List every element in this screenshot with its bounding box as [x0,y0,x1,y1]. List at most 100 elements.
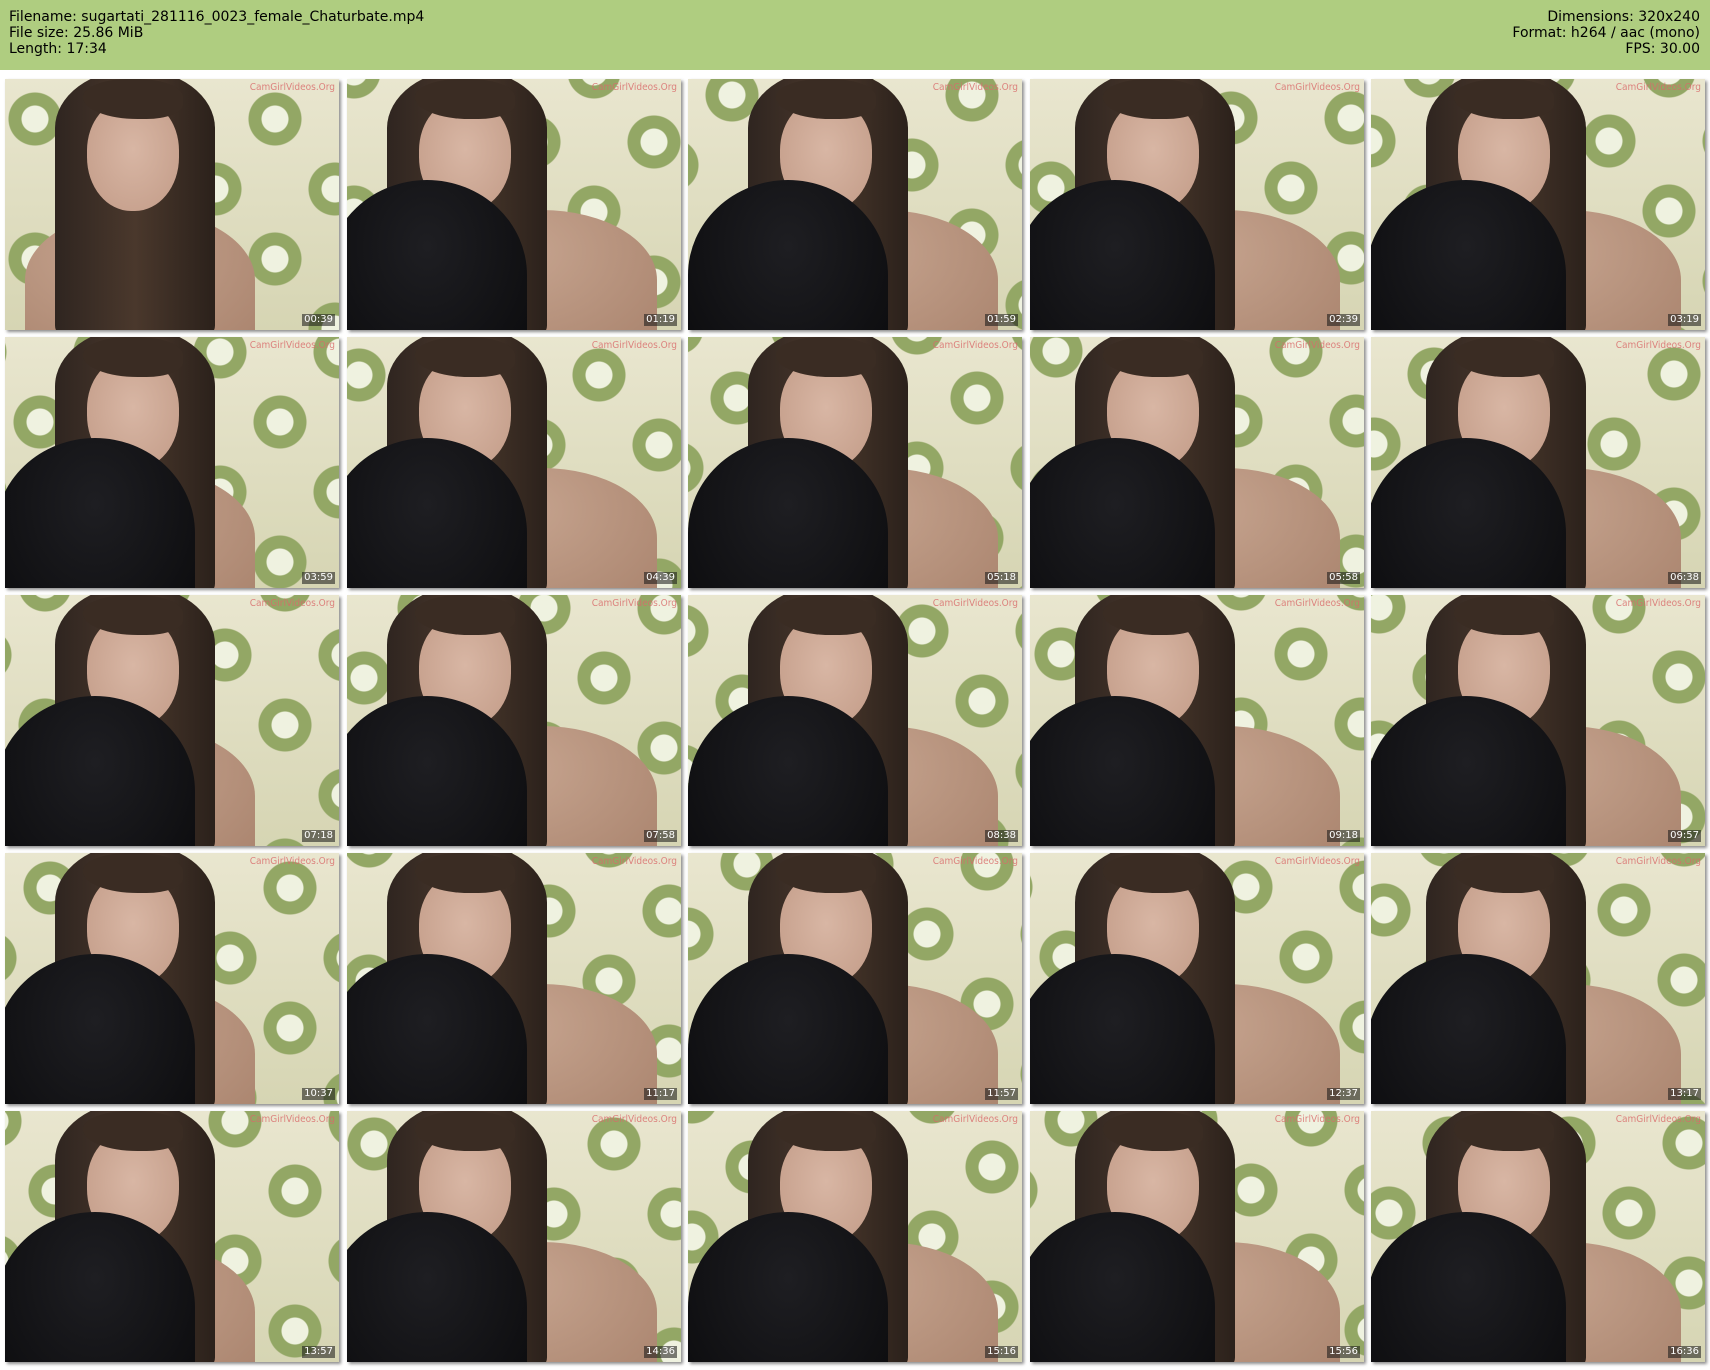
watermark-text: CamGirlVideos.Org [249,340,335,351]
watermark-text: CamGirlVideos.Org [591,1114,677,1125]
filename-text: Filename: sugartati_281116_0023_female_C… [9,9,425,25]
thumbnail[interactable]: CamGirlVideos.Org 15:16 [688,1111,1022,1362]
watermark-text: CamGirlVideos.Org [249,598,335,609]
file-info: Filename: sugartati_281116_0023_female_C… [9,9,424,57]
length-text: Length: 17:34 [9,41,107,57]
video-frame-subject [1371,853,1705,1104]
watermark-text: CamGirlVideos.Org [591,340,677,351]
thumbnail[interactable]: CamGirlVideos.Org 04:39 [347,337,681,588]
watermark-text: CamGirlVideos.Org [1615,598,1701,609]
thumbnail[interactable]: CamGirlVideos.Org 09:18 [1030,595,1364,846]
timestamp-label: 02:39 [1327,314,1360,326]
timestamp-label: 09:18 [1327,830,1360,842]
video-frame-subject [688,595,1022,846]
timestamp-label: 01:59 [985,314,1018,326]
video-frame-subject [347,79,681,330]
thumbnail[interactable]: CamGirlVideos.Org 11:57 [688,853,1022,1104]
video-frame-subject [688,337,1022,588]
video-frame-subject [5,853,339,1104]
timestamp-label: 03:59 [302,572,335,584]
watermark-text: CamGirlVideos.Org [1274,340,1360,351]
watermark-text: CamGirlVideos.Org [591,856,677,867]
watermark-text: CamGirlVideos.Org [249,856,335,867]
timestamp-label: 05:18 [985,572,1018,584]
stream-info: Dimensions: 320x240 Format: h264 / aac (… [1512,9,1700,57]
video-frame-subject [1371,79,1705,330]
thumbnail[interactable]: CamGirlVideos.Org 13:17 [1371,853,1705,1104]
thumbnail[interactable]: CamGirlVideos.Org 13:57 [5,1111,339,1362]
video-frame-subject [1030,595,1364,846]
timestamp-label: 03:19 [1668,314,1701,326]
thumbnail[interactable]: CamGirlVideos.Org 08:38 [688,595,1022,846]
thumbnail[interactable]: CamGirlVideos.Org 03:59 [5,337,339,588]
thumbnail[interactable]: CamGirlVideos.Org 12:37 [1030,853,1364,1104]
timestamp-label: 05:58 [1327,572,1360,584]
video-frame-subject [5,337,339,588]
thumbnail[interactable]: CamGirlVideos.Org 14:36 [347,1111,681,1362]
watermark-text: CamGirlVideos.Org [1274,82,1360,93]
timestamp-label: 10:37 [302,1088,335,1100]
timestamp-label: 13:17 [1668,1088,1701,1100]
watermark-text: CamGirlVideos.Org [249,1114,335,1125]
dimensions-text: Dimensions: 320x240 [1547,9,1700,25]
thumbnail[interactable]: CamGirlVideos.Org 02:39 [1030,79,1364,330]
fps-text: FPS: 30.00 [1625,41,1700,57]
timestamp-label: 13:57 [302,1346,335,1358]
timestamp-label: 15:16 [985,1346,1018,1358]
thumbnail[interactable]: CamGirlVideos.Org 06:38 [1371,337,1705,588]
thumbnail[interactable]: CamGirlVideos.Org 00:39 [5,79,339,330]
video-frame-subject [347,337,681,588]
thumbnail[interactable]: CamGirlVideos.Org 09:57 [1371,595,1705,846]
timestamp-label: 07:58 [644,830,677,842]
timestamp-label: 15:56 [1327,1346,1360,1358]
watermark-text: CamGirlVideos.Org [1615,1114,1701,1125]
watermark-text: CamGirlVideos.Org [1615,82,1701,93]
timestamp-label: 06:38 [1668,572,1701,584]
thumbnail[interactable]: CamGirlVideos.Org 05:58 [1030,337,1364,588]
watermark-text: CamGirlVideos.Org [932,340,1018,351]
video-frame-subject [1030,79,1364,330]
watermark-text: CamGirlVideos.Org [932,1114,1018,1125]
video-frame-subject [1030,853,1364,1104]
thumbnail[interactable]: CamGirlVideos.Org 01:59 [688,79,1022,330]
filesize-text: File size: 25.86 MiB [9,25,144,41]
timestamp-label: 04:39 [644,572,677,584]
video-frame-subject [688,1111,1022,1362]
watermark-text: CamGirlVideos.Org [932,856,1018,867]
timestamp-label: 11:17 [644,1088,677,1100]
video-frame-subject [1030,337,1364,588]
video-frame-subject [1030,1111,1364,1362]
thumbnail[interactable]: CamGirlVideos.Org 11:17 [347,853,681,1104]
video-frame-subject [1371,595,1705,846]
timestamp-label: 08:38 [985,830,1018,842]
thumbnail[interactable]: CamGirlVideos.Org 05:18 [688,337,1022,588]
watermark-text: CamGirlVideos.Org [1615,856,1701,867]
thumbnail[interactable]: CamGirlVideos.Org 16:36 [1371,1111,1705,1362]
watermark-text: CamGirlVideos.Org [1274,1114,1360,1125]
thumbnail[interactable]: CamGirlVideos.Org 01:19 [347,79,681,330]
timestamp-label: 00:39 [302,314,335,326]
watermark-text: CamGirlVideos.Org [591,82,677,93]
thumbnail[interactable]: CamGirlVideos.Org 15:56 [1030,1111,1364,1362]
watermark-text: CamGirlVideos.Org [1274,598,1360,609]
thumbnail[interactable]: CamGirlVideos.Org 07:58 [347,595,681,846]
watermark-text: CamGirlVideos.Org [249,82,335,93]
watermark-text: CamGirlVideos.Org [591,598,677,609]
watermark-text: CamGirlVideos.Org [932,598,1018,609]
video-frame-subject [347,1111,681,1362]
info-header: Filename: sugartati_281116_0023_female_C… [0,0,1710,70]
timestamp-label: 11:57 [985,1088,1018,1100]
video-frame-subject [688,79,1022,330]
watermark-text: CamGirlVideos.Org [932,82,1018,93]
video-frame-subject [1371,1111,1705,1362]
thumbnail[interactable]: CamGirlVideos.Org 03:19 [1371,79,1705,330]
video-frame-subject [347,853,681,1104]
timestamp-label: 09:57 [1668,830,1701,842]
thumbnail[interactable]: CamGirlVideos.Org 10:37 [5,853,339,1104]
timestamp-label: 16:36 [1668,1346,1701,1358]
video-frame-subject [5,79,339,330]
timestamp-label: 01:19 [644,314,677,326]
watermark-text: CamGirlVideos.Org [1615,340,1701,351]
thumbnail[interactable]: CamGirlVideos.Org 07:18 [5,595,339,846]
video-frame-subject [347,595,681,846]
